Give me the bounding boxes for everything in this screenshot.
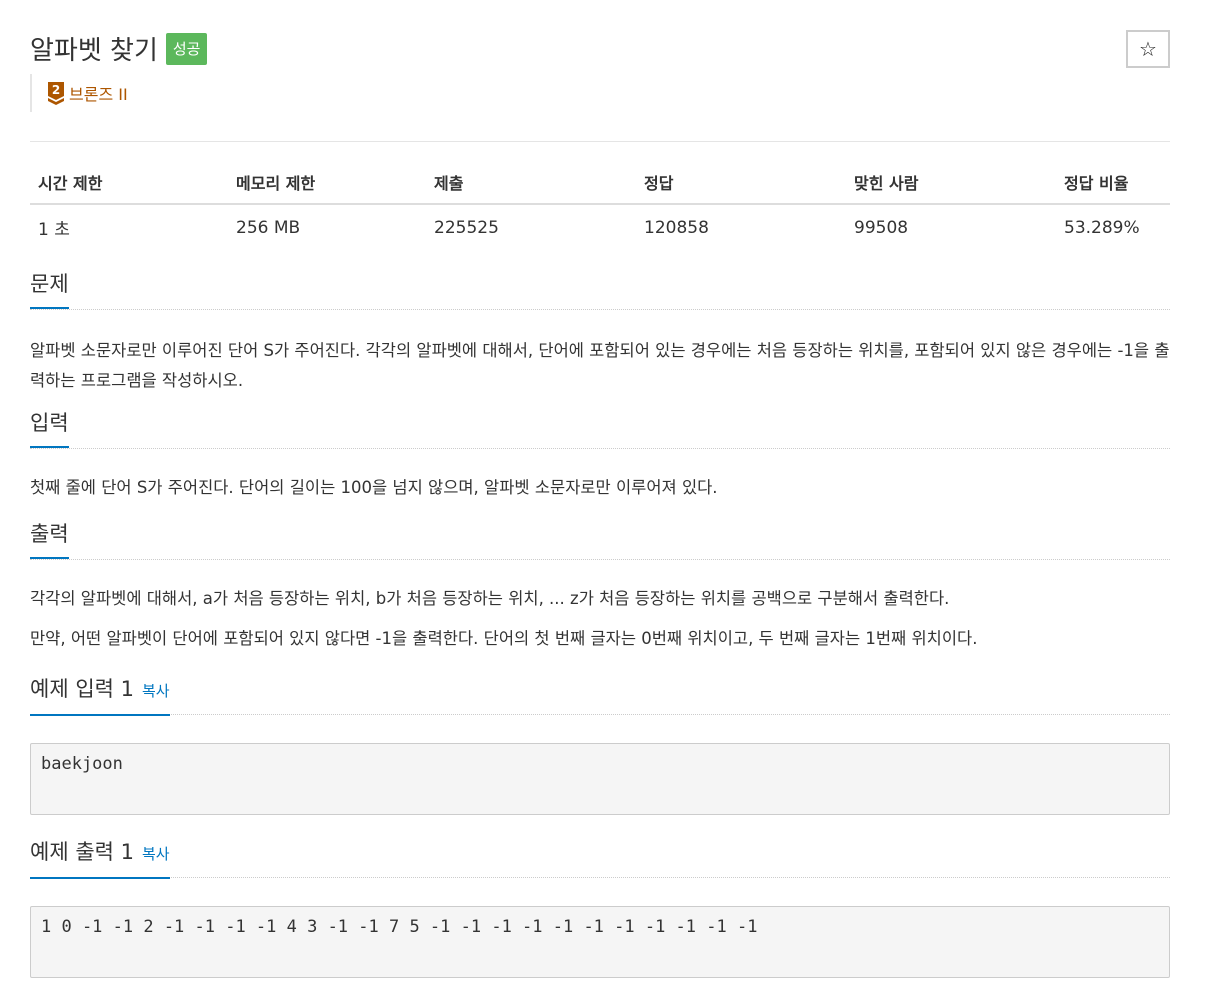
input-title-text: 입력 (30, 411, 69, 435)
stats-header-row: 시간 제한 메모리 제한 제출 정답 맞힌 사람 정답 비율 (30, 164, 1170, 205)
stats-value-row: 1 초 256 MB 225525 120858 99508 53.289% (30, 204, 1170, 249)
output-title-text: 출력 (30, 522, 69, 546)
sample-input-title-text: 예제 입력 1 (30, 677, 134, 701)
title-row: 알파벳 찾기 성공 (30, 30, 208, 67)
tier-row: 2 브론즈 II (30, 74, 128, 112)
description-title-text: 문제 (30, 272, 69, 296)
value-memory-limit: 256 MB (236, 217, 301, 238)
sample-input-title: 예제 입력 1 복사 (30, 674, 170, 716)
problem-page: 알파벳 찾기 성공 ☆ 2 브론즈 II 시간 제한 메모리 제한 제출 정답 … (30, 0, 1170, 978)
header-submissions: 제출 (426, 164, 636, 205)
tier-badge-icon: 2 (48, 82, 64, 105)
problem-stats-table: 시간 제한 메모리 제한 제출 정답 맞힌 사람 정답 비율 1 초 256 M… (30, 164, 1170, 249)
value-time-limit: 1 초 (38, 220, 70, 240)
input-text: 첫째 줄에 단어 S가 주어진다. 단어의 길이는 100을 넘지 않으며, 알… (30, 478, 718, 497)
star-icon: ☆ (1139, 37, 1157, 61)
output-text-2: 만약, 어떤 알파벳이 단어에 포함되어 있지 않다면 -1을 출력한다. 단어… (30, 629, 978, 648)
output-title: 출력 (30, 519, 69, 559)
value-solved-users: 99508 (854, 217, 909, 238)
header-solved-users: 맞힌 사람 (846, 164, 1056, 205)
sample-output-copy-button[interactable]: 복사 (142, 839, 170, 869)
problem-title: 알파벳 찾기 (30, 36, 158, 66)
sample-input-box[interactable]: baekjoon (30, 743, 1170, 815)
problem-header: 알파벳 찾기 성공 ☆ 2 브론즈 II (30, 0, 1170, 142)
output-section-header: 출력 (30, 519, 1170, 560)
input-title: 입력 (30, 408, 69, 448)
status-badge: 성공 (165, 32, 208, 65)
description-title: 문제 (30, 269, 69, 309)
output-text-1: 각각의 알파벳에 대해서, a가 처음 등장하는 위치, b가 처음 등장하는 … (30, 589, 950, 608)
header-accepted: 정답 (636, 164, 846, 205)
sample-input-section-header: 예제 입력 1 복사 (30, 674, 1170, 716)
sample-output-box[interactable]: 1 0 -1 -1 2 -1 -1 -1 -1 4 3 -1 -1 7 5 -1… (30, 906, 1170, 978)
favorite-star-button[interactable]: ☆ (1126, 30, 1170, 68)
input-section-header: 입력 (30, 408, 1170, 449)
header-time-limit: 시간 제한 (30, 164, 228, 205)
sample-output-section-header: 예제 출력 1 복사 (30, 837, 1170, 879)
tier-number: 2 (52, 83, 60, 97)
value-accepted: 120858 (644, 217, 709, 238)
description-text: 알파벳 소문자로만 이루어진 단어 S가 주어진다. 각각의 알파벳에 대해서,… (30, 341, 1170, 390)
sample-input-copy-button[interactable]: 복사 (142, 676, 170, 706)
description-section-header: 문제 (30, 269, 1170, 310)
value-accept-ratio: 53.289% (1064, 217, 1140, 238)
header-accept-ratio: 정답 비율 (1056, 164, 1170, 205)
value-submissions: 225525 (434, 217, 499, 238)
header-memory-limit: 메모리 제한 (228, 164, 426, 205)
sample-output-title-text: 예제 출력 1 (30, 840, 134, 864)
sample-output-title: 예제 출력 1 복사 (30, 837, 170, 879)
tier-link[interactable]: 브론즈 II (69, 81, 128, 105)
